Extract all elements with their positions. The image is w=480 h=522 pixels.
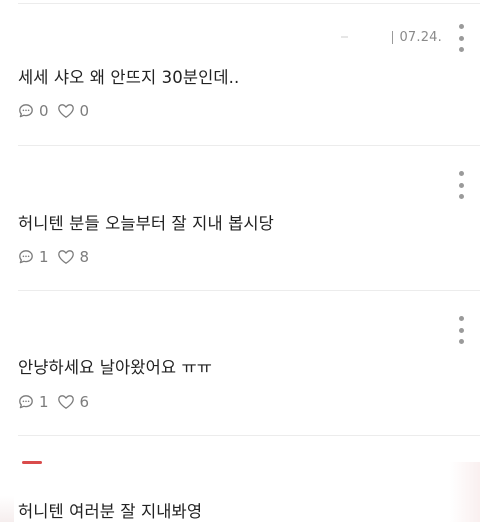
like-count[interactable]: 0 bbox=[57, 102, 90, 120]
like-count[interactable]: 8 bbox=[57, 248, 90, 266]
post-feed: 07.24. 세세 샤오 왜 안뜨지 30분인데.. 0 0 허니텐 분들 오늘… bbox=[0, 0, 480, 522]
like-count[interactable]: 6 bbox=[57, 393, 90, 411]
more-vertical-icon-dot bbox=[458, 47, 464, 52]
blurred-edge bbox=[450, 462, 480, 522]
post-meta: 07.24. bbox=[392, 30, 442, 45]
post-text[interactable]: 안냥하세요 날아왔어요 ㅠㅠ bbox=[18, 354, 212, 378]
like-count-value: 8 bbox=[79, 248, 90, 266]
more-vertical-icon-dot bbox=[458, 194, 464, 199]
more-options-button[interactable] bbox=[454, 171, 468, 199]
comment-count-value: 1 bbox=[39, 393, 49, 411]
more-vertical-icon bbox=[458, 24, 464, 29]
heart-outline-icon bbox=[57, 250, 74, 264]
blurred-edge bbox=[0, 496, 14, 522]
post-item[interactable]: 안냥하세요 날아왔어요 ㅠㅠ 1 6 bbox=[0, 291, 480, 436]
post-stats: 1 8 bbox=[18, 248, 97, 266]
more-options-button[interactable] bbox=[454, 24, 468, 52]
more-vertical-icon-dot bbox=[458, 182, 464, 188]
post-stats: 1 6 bbox=[18, 393, 97, 411]
date-separator bbox=[392, 31, 394, 44]
heart-outline-icon bbox=[57, 104, 74, 118]
post-text[interactable]: 세세 샤오 왜 안뜨지 30분인데.. bbox=[18, 64, 239, 88]
more-vertical-icon-dot bbox=[458, 327, 464, 333]
post-item[interactable]: 허니텐 여러분 잘 지내봐영 bbox=[0, 436, 480, 522]
heart-outline-icon bbox=[57, 395, 74, 409]
comment-count[interactable]: 1 bbox=[18, 248, 49, 266]
post-date: 07.24. bbox=[399, 30, 442, 45]
comment-count[interactable]: 1 bbox=[18, 393, 49, 411]
more-vertical-icon-dot bbox=[458, 35, 464, 41]
more-vertical-icon bbox=[458, 316, 464, 321]
more-vertical-icon-dot bbox=[458, 339, 464, 344]
post-item[interactable]: 허니텐 분들 오늘부터 잘 지내 봅시당 1 8 bbox=[0, 146, 480, 291]
post-text[interactable]: 허니텐 여러분 잘 지내봐영 bbox=[18, 498, 202, 522]
comment-count[interactable]: 0 bbox=[18, 102, 49, 120]
comment-bubble-icon bbox=[19, 104, 33, 118]
post-item[interactable]: 07.24. 세세 샤오 왜 안뜨지 30분인데.. 0 0 bbox=[0, 0, 480, 146]
comment-count-value: 0 bbox=[39, 102, 49, 120]
like-count-value: 0 bbox=[79, 102, 90, 120]
faint-mark bbox=[341, 36, 348, 38]
comment-count-value: 1 bbox=[39, 248, 49, 266]
comment-bubble-icon bbox=[19, 250, 33, 264]
like-count-value: 6 bbox=[79, 393, 90, 411]
comment-bubble-icon bbox=[19, 395, 33, 409]
red-accent-mark bbox=[22, 461, 42, 464]
post-stats: 0 0 bbox=[18, 102, 97, 120]
post-text[interactable]: 허니텐 분들 오늘부터 잘 지내 봅시당 bbox=[18, 210, 274, 234]
more-vertical-icon bbox=[458, 171, 464, 176]
more-options-button[interactable] bbox=[454, 316, 468, 344]
